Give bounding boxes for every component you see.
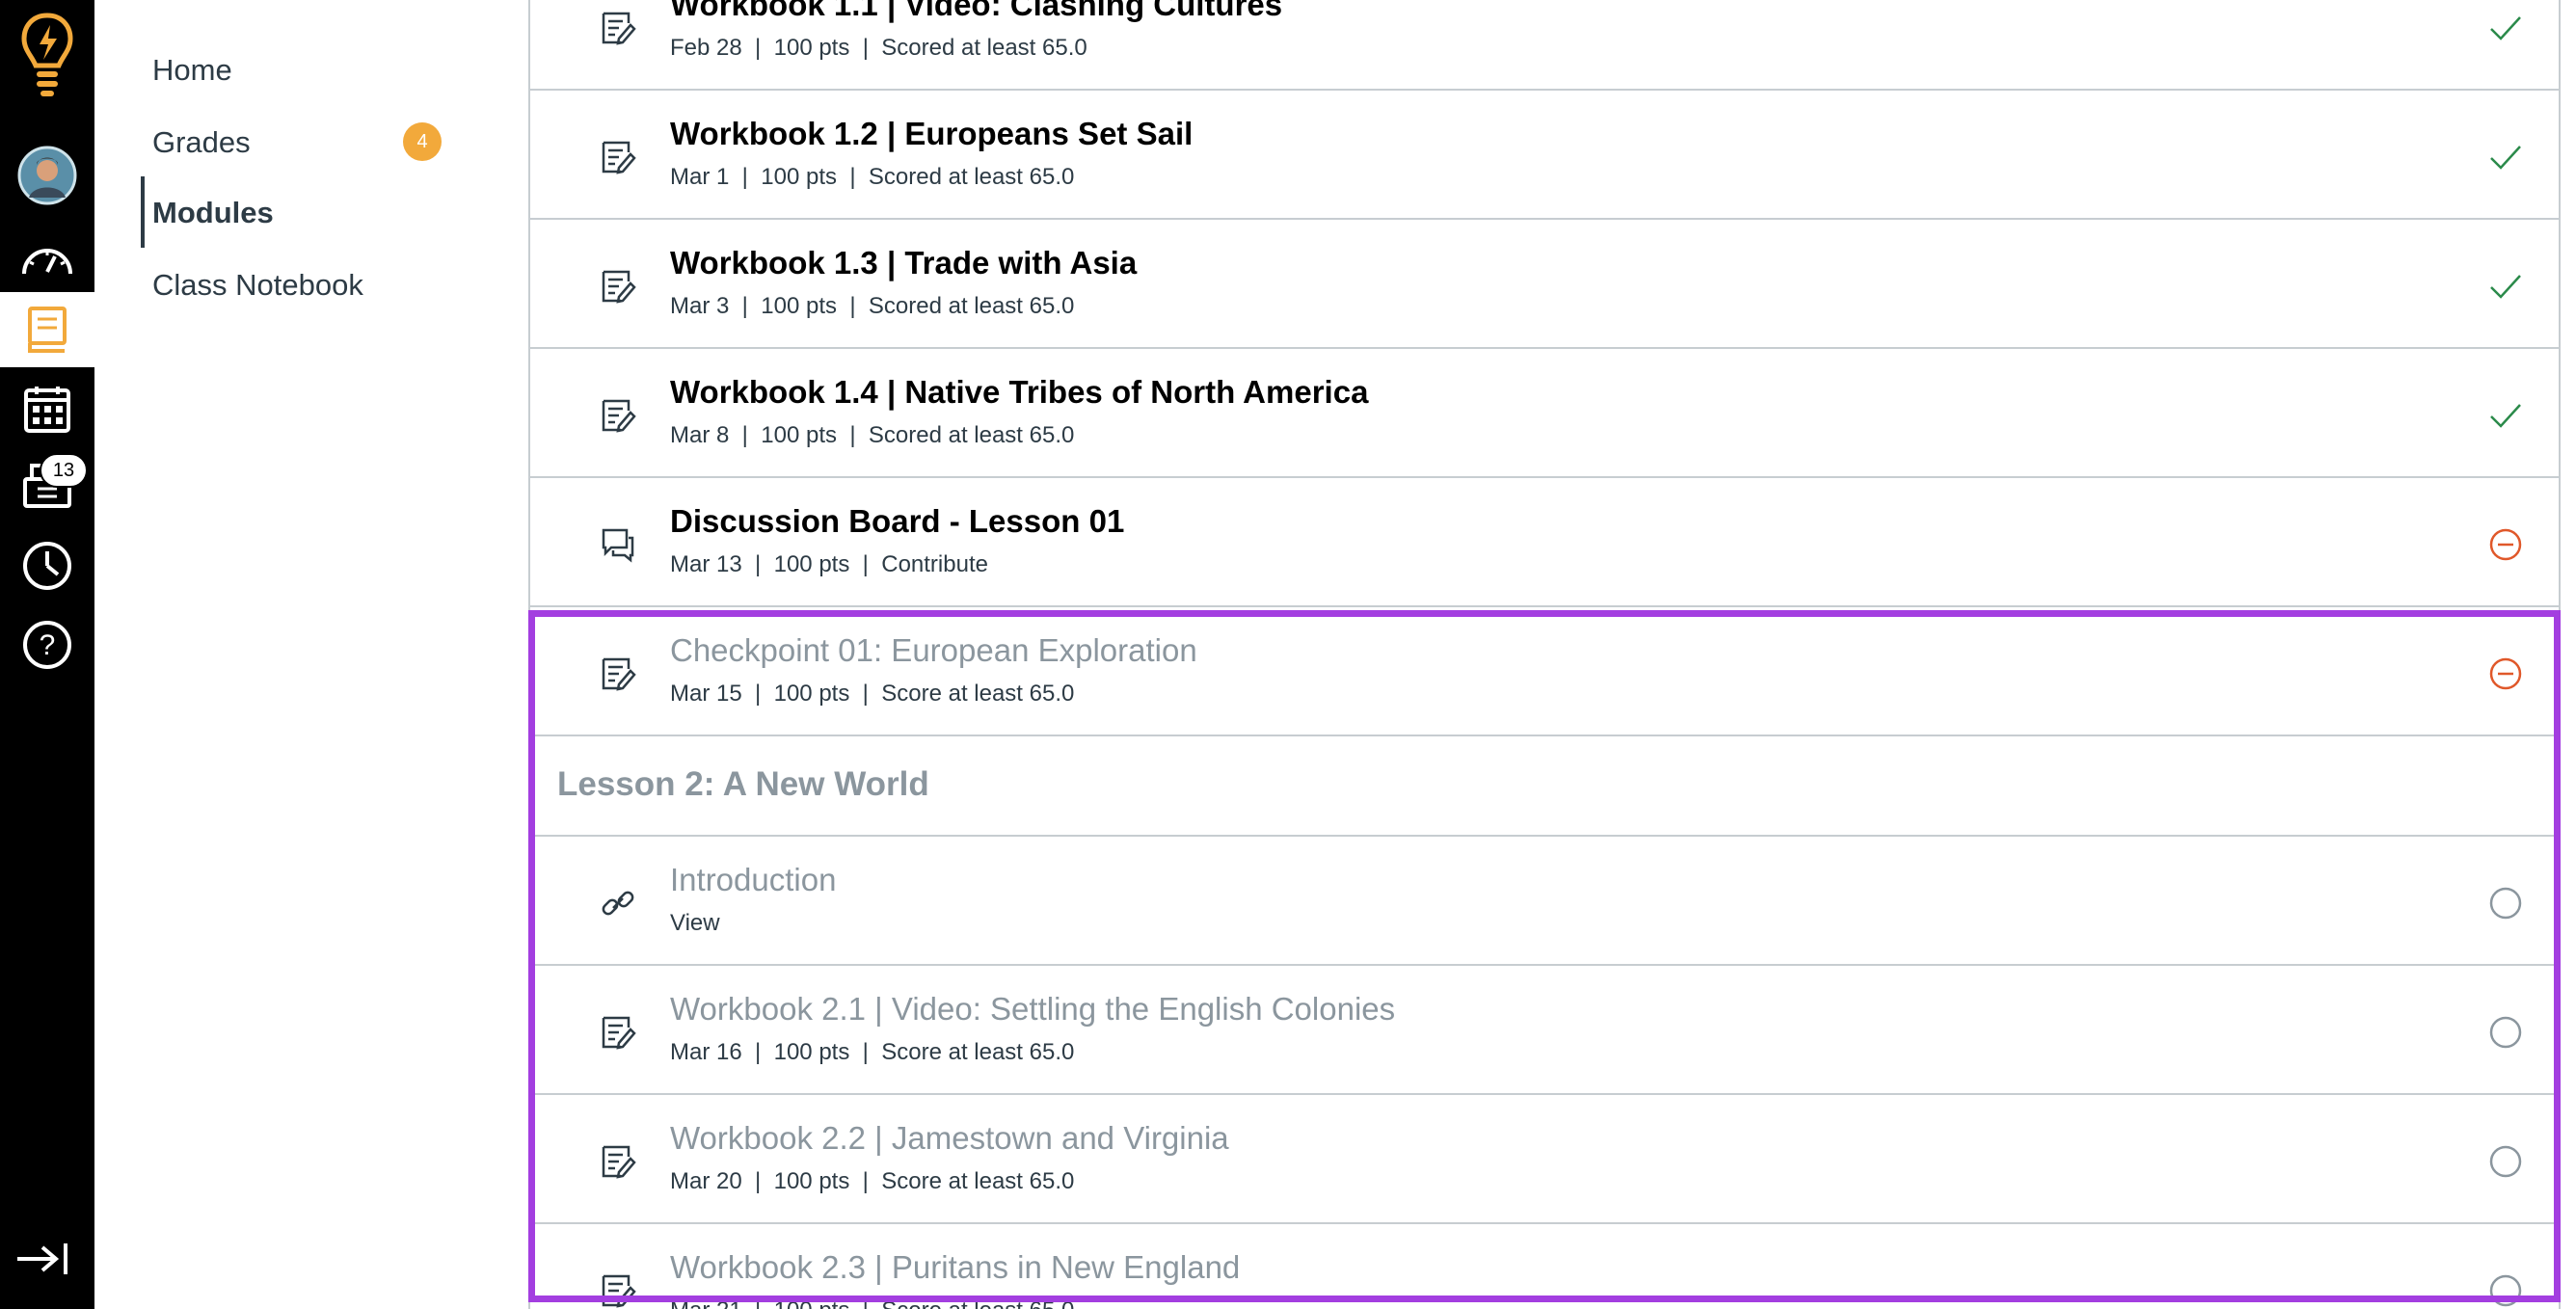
module-item-row[interactable]: Workbook 1.1 | Video: Clashing Cultures F… [530, 0, 2559, 91]
module-item-row[interactable]: Introduction View [530, 837, 2559, 966]
course-nav-modules[interactable]: Modules [152, 194, 274, 232]
module-item-details: Mar 1 | 100 pts | Scored at least 65.0 [670, 164, 1075, 190]
assignment-icon [600, 1014, 636, 1051]
module-item-details: Mar 21 | 100 pts | Score at least 65.0 [670, 1296, 1074, 1309]
module-list: Workbook 1.1 | Video: Clashing Cultures F… [528, 0, 2561, 1309]
course-navigation: Home Grades 4 Modules Class Notebook [94, 0, 528, 1309]
assignment-icon [600, 655, 636, 692]
assignment-icon [600, 397, 636, 434]
assignment-icon [600, 1272, 636, 1309]
dashboard-gauge-icon[interactable] [0, 224, 94, 293]
module-item-row[interactable]: Workbook 2.2 | Jamestown and Virginia Mar… [530, 1095, 2559, 1224]
assignment-icon [600, 268, 636, 305]
assignment-icon [600, 10, 636, 46]
discussion-icon [600, 526, 636, 563]
module-header-title: Lesson 2: A New World [557, 765, 929, 803]
active-indicator [141, 176, 145, 248]
completed-check-icon [2487, 268, 2524, 305]
course-nav-home[interactable]: Home [152, 51, 232, 90]
collapse-arrow-icon[interactable] [13, 1240, 81, 1282]
module-item-row[interactable]: Workbook 1.2 | Europeans Set Sail Mar 1 |… [530, 91, 2559, 220]
module-item-title[interactable]: Introduction [670, 860, 836, 900]
module-item-details: Mar 3 | 100 pts | Scored at least 65.0 [670, 293, 1075, 319]
module-item-row[interactable]: Workbook 2.3 | Puritans in New England Ma… [530, 1224, 2559, 1309]
grades-badge: 4 [403, 122, 442, 161]
module-item-details: Mar 16 | 100 pts | Score at least 65.0 [670, 1039, 1075, 1065]
completed-check-icon [2487, 139, 2524, 175]
clock-icon[interactable] [0, 532, 94, 600]
module-item-title[interactable]: Workbook 2.3 | Puritans in New England [670, 1247, 1240, 1288]
assignment-icon [600, 1143, 636, 1180]
inbox-badge: 13 [40, 453, 88, 488]
module-item-details: Mar 20 | 100 pts | Score at least 65.0 [670, 1168, 1075, 1194]
module-item-row[interactable]: Workbook 2.1 | Video: Settling the Engli… [530, 966, 2559, 1095]
module-item-details: Mar 13 | 100 pts | Contribute [670, 551, 988, 577]
incomplete-minus-icon [2487, 655, 2524, 692]
assignment-icon [600, 139, 636, 175]
incomplete-minus-icon [2487, 526, 2524, 563]
help-icon[interactable]: ? [0, 611, 94, 679]
module-item-details: Mar 15 | 100 pts | Score at least 65.0 [670, 681, 1075, 707]
empty-circle-icon [2487, 1143, 2524, 1180]
avatar[interactable] [0, 139, 94, 212]
completed-check-icon [2487, 10, 2524, 46]
module-item-row[interactable]: Workbook 1.3 | Trade with Asia Mar 3 | 10… [530, 220, 2559, 349]
calendar-icon[interactable] [0, 376, 94, 443]
completed-check-icon [2487, 397, 2524, 434]
module-item-title[interactable]: Workbook 1.2 | Europeans Set Sail [670, 114, 1193, 154]
course-nav-class-notebook[interactable]: Class Notebook [152, 266, 363, 305]
empty-circle-icon [2487, 1014, 2524, 1051]
module-item-title[interactable]: Workbook 2.1 | Video: Settling the Engli… [670, 989, 1395, 1029]
module-item-title[interactable]: Workbook 1.1 | Video: Clashing Cultures [670, 0, 1282, 25]
module-item-title[interactable]: Workbook 1.3 | Trade with Asia [670, 243, 1137, 283]
module-header[interactable]: Lesson 2: A New World [530, 736, 2559, 837]
module-item-row[interactable]: Checkpoint 01: European Exploration Mar 1… [530, 607, 2559, 736]
module-item-details: Feb 28 | 100 pts | Scored at least 65.0 [670, 35, 1087, 61]
module-item-title[interactable]: Discussion Board - Lesson 01 [670, 501, 1124, 542]
module-item-row[interactable]: Workbook 1.4 | Native Tribes of North Am… [530, 349, 2559, 478]
module-item-row[interactable]: Discussion Board - Lesson 01 Mar 13 | 100… [530, 478, 2559, 607]
empty-circle-icon [2487, 1272, 2524, 1309]
module-item-title[interactable]: Workbook 1.4 | Native Tribes of North Am… [670, 372, 1368, 413]
empty-circle-icon [2487, 885, 2524, 922]
lightbulb-logo-icon[interactable] [0, 10, 94, 106]
svg-text:?: ? [40, 629, 56, 661]
global-navigation: 13 ? [0, 0, 94, 1309]
book-icon[interactable] [0, 292, 94, 367]
module-item-title[interactable]: Workbook 2.2 | Jamestown and Virginia [670, 1118, 1229, 1159]
module-item-details: Mar 8 | 100 pts | Scored at least 65.0 [670, 422, 1075, 448]
module-item-title[interactable]: Checkpoint 01: European Exploration [670, 630, 1197, 671]
link-icon [600, 885, 636, 922]
course-nav-grades[interactable]: Grades [152, 123, 251, 162]
module-item-details: View [670, 910, 720, 936]
